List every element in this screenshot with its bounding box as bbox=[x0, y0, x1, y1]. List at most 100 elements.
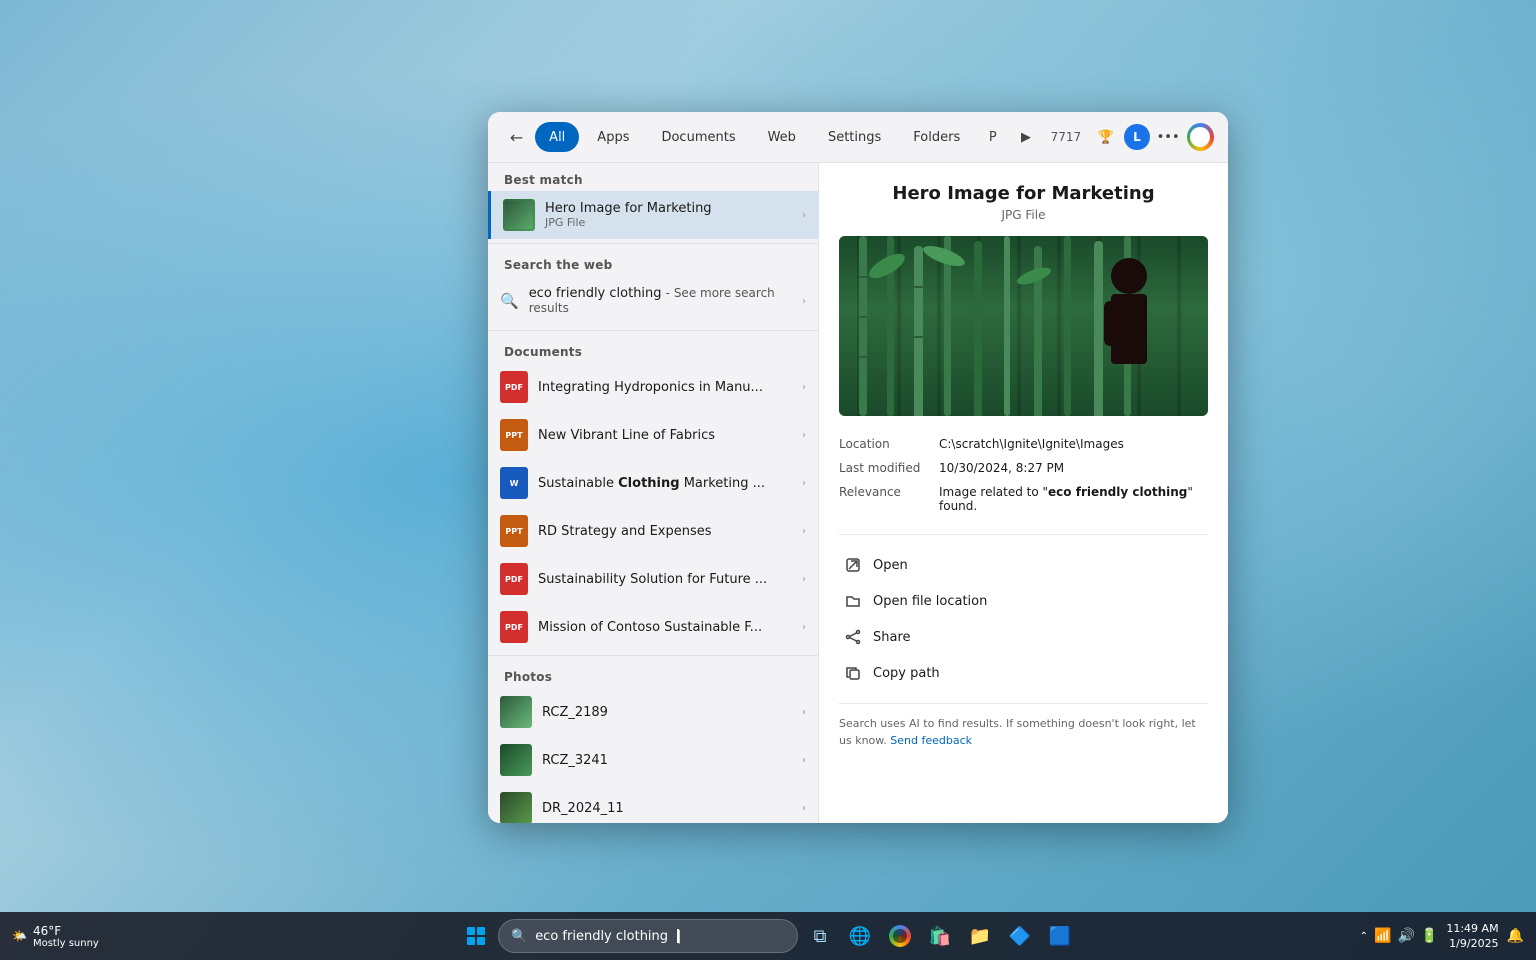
tab-p[interactable]: P bbox=[978, 122, 1007, 152]
doc-4-text: RD Strategy and Expenses bbox=[538, 524, 792, 539]
best-match-label: Best match bbox=[488, 163, 818, 191]
task-view-button[interactable]: ⧉ bbox=[802, 918, 838, 954]
msstore-button[interactable]: 🛍️ bbox=[922, 918, 958, 954]
action-divider-bottom bbox=[839, 703, 1208, 704]
photo-1-text: RCZ_2189 bbox=[542, 705, 792, 720]
pdf-icon-6: PDF bbox=[500, 611, 528, 643]
doc-item-5[interactable]: PDF Sustainability Solution for Future .… bbox=[488, 555, 818, 603]
web-search-text: eco friendly clothing - See more search … bbox=[529, 286, 792, 316]
doc-item-2[interactable]: PPT New Vibrant Line of Fabrics › bbox=[488, 411, 818, 459]
location-label: Location bbox=[839, 432, 939, 456]
notification-button[interactable]: 🔔 bbox=[1507, 928, 1524, 944]
doc-item-1[interactable]: PDF Integrating Hydroponics in Manu... › bbox=[488, 363, 818, 411]
task-view-icon: ⧉ bbox=[814, 926, 827, 947]
copy-path-button[interactable]: Copy path bbox=[839, 655, 1208, 691]
photos-section-label: Photos bbox=[488, 660, 818, 688]
photo-2-chevron: › bbox=[802, 755, 806, 766]
user-avatar[interactable]: L bbox=[1124, 124, 1149, 150]
photo-1-chevron: › bbox=[802, 707, 806, 718]
back-button[interactable]: ← bbox=[502, 122, 531, 152]
copilot-button[interactable] bbox=[1187, 123, 1214, 151]
search-the-web-label: Search the web bbox=[488, 248, 818, 276]
edge-icon: 🌐 bbox=[849, 926, 871, 947]
tab-all[interactable]: All bbox=[535, 122, 579, 152]
doc-3-chevron: › bbox=[802, 478, 806, 489]
file-explorer-icon: 📁 bbox=[969, 926, 991, 947]
weather-icon: 🌤️ bbox=[12, 929, 27, 943]
web-search-chevron: › bbox=[802, 296, 806, 307]
photo-item-2[interactable]: RCZ_3241 › bbox=[488, 736, 818, 784]
open-button[interactable]: Open bbox=[839, 547, 1208, 583]
tab-web[interactable]: Web bbox=[754, 122, 810, 152]
divider-2 bbox=[488, 330, 818, 331]
taskbar-search-text: eco friendly clothing bbox=[535, 929, 668, 944]
photo-thumb-1 bbox=[500, 696, 532, 728]
best-match-chevron: › bbox=[802, 210, 806, 221]
docx-icon-3: W bbox=[500, 467, 528, 499]
msstore-icon: 🛍️ bbox=[929, 926, 951, 947]
file-explorer-button[interactable]: 📁 bbox=[962, 918, 998, 954]
bamboo-svg bbox=[839, 236, 1208, 416]
edge-browser-button[interactable]: 🌐 bbox=[842, 918, 878, 954]
detail-right-panel: Hero Image for Marketing JPG File bbox=[818, 163, 1228, 823]
doc-6-text: Mission of Contoso Sustainable F... bbox=[538, 620, 792, 635]
pdf-icon-1: PDF bbox=[500, 371, 528, 403]
windows-logo bbox=[467, 927, 485, 945]
copilot-taskbar-button[interactable] bbox=[882, 918, 918, 954]
ai-footer-text: Search uses AI to find results. If somet… bbox=[839, 716, 1208, 749]
best-match-item[interactable]: Hero Image for Marketing JPG File › bbox=[488, 191, 818, 239]
photo-item-3[interactable]: DR_2024_11 › bbox=[488, 784, 818, 823]
doc-2-text: New Vibrant Line of Fabrics bbox=[538, 428, 792, 443]
tab-settings[interactable]: Settings bbox=[814, 122, 895, 152]
open-file-location-button[interactable]: Open file location bbox=[839, 583, 1208, 619]
doc-item-6[interactable]: PDF Mission of Contoso Sustainable F... … bbox=[488, 603, 818, 651]
search-content: Best match Hero Image for Marketing JPG … bbox=[488, 163, 1228, 823]
best-match-text: Hero Image for Marketing JPG File bbox=[545, 201, 792, 229]
cursor: | bbox=[677, 929, 679, 943]
doc-5-text: Sustainability Solution for Future ... bbox=[538, 572, 792, 587]
system-clock[interactable]: 11:49 AM 1/9/2025 bbox=[1446, 921, 1498, 952]
volume-icon[interactable]: 🔊 bbox=[1397, 928, 1414, 944]
show-hidden-icons-button[interactable]: ⌃ bbox=[1360, 931, 1368, 942]
app-icon: 🟦 bbox=[1049, 926, 1071, 947]
more-options-button[interactable]: ••• bbox=[1154, 122, 1183, 152]
start-button[interactable] bbox=[458, 918, 494, 954]
edge-button-2[interactable]: 🔷 bbox=[1002, 918, 1038, 954]
relevance-text: Image related to "eco friendly clothing"… bbox=[939, 480, 1208, 518]
taskbar-left: 🌤️ 46°F Mostly sunny bbox=[12, 924, 107, 949]
search-window: ← All Apps Documents Web Settings Folder… bbox=[488, 112, 1228, 823]
action-divider-top bbox=[839, 534, 1208, 535]
doc-1-chevron: › bbox=[802, 382, 806, 393]
battery-icon[interactable]: 🔋 bbox=[1421, 928, 1438, 944]
tab-apps[interactable]: Apps bbox=[583, 122, 643, 152]
share-button[interactable]: Share bbox=[839, 619, 1208, 655]
pptx-icon-2: PPT bbox=[500, 419, 528, 451]
tab-folders[interactable]: Folders bbox=[899, 122, 974, 152]
doc-3-text: Sustainable Clothing Marketing ... bbox=[538, 476, 792, 491]
last-modified-label: Last modified bbox=[839, 456, 939, 480]
doc-item-4[interactable]: PPT RD Strategy and Expenses › bbox=[488, 507, 818, 555]
taskbar-search-bar[interactable]: 🔍 eco friendly clothing | bbox=[498, 919, 798, 953]
location-value: C:\scratch\Ignite\Ignite\Images bbox=[939, 432, 1208, 456]
app-button[interactable]: 🟦 bbox=[1042, 918, 1078, 954]
results-left-panel: Best match Hero Image for Marketing JPG … bbox=[488, 163, 818, 823]
open-icon bbox=[843, 555, 863, 575]
network-icon[interactable]: 📶 bbox=[1374, 928, 1391, 944]
doc-item-3[interactable]: W Sustainable Clothing Marketing ... › bbox=[488, 459, 818, 507]
copy-icon bbox=[843, 663, 863, 683]
send-feedback-link[interactable]: Send feedback bbox=[890, 734, 972, 747]
tab-play[interactable]: ▶ bbox=[1011, 122, 1040, 152]
photo-item-1[interactable]: RCZ_2189 › bbox=[488, 688, 818, 736]
edge-icon-2: 🔷 bbox=[1009, 926, 1031, 947]
system-tray: ⌃ 📶 🔊 🔋 bbox=[1360, 928, 1439, 944]
copilot-taskbar-icon bbox=[889, 925, 911, 947]
share-icon bbox=[843, 627, 863, 647]
web-search-item[interactable]: 🔍 eco friendly clothing - See more searc… bbox=[488, 276, 818, 326]
tab-documents[interactable]: Documents bbox=[647, 122, 749, 152]
weather-widget[interactable]: 🌤️ 46°F Mostly sunny bbox=[12, 924, 99, 949]
doc-2-chevron: › bbox=[802, 430, 806, 441]
photo-thumb-3 bbox=[500, 792, 532, 823]
photo-2-text: RCZ_3241 bbox=[542, 753, 792, 768]
divider-3 bbox=[488, 655, 818, 656]
photo-3-text: DR_2024_11 bbox=[542, 801, 792, 816]
